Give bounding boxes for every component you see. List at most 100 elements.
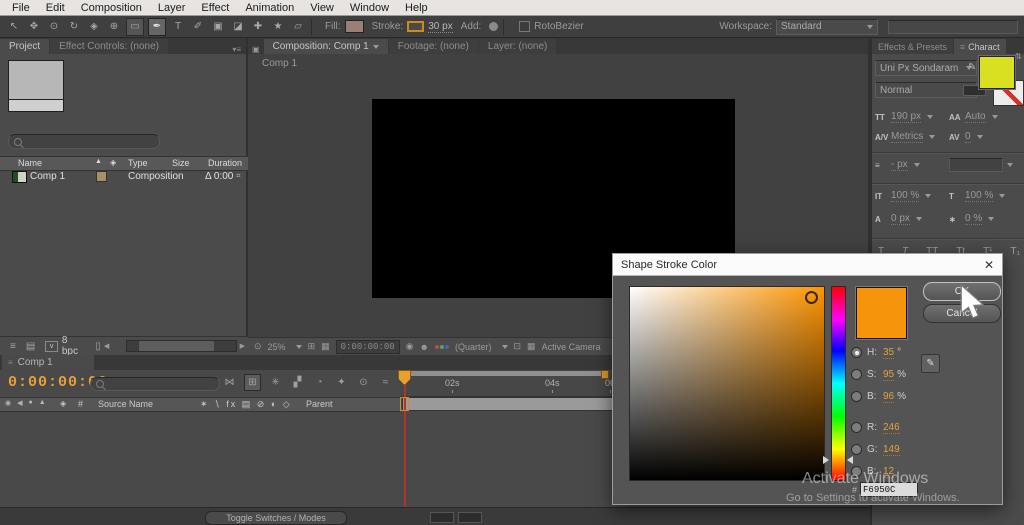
flowchart-icon[interactable]: ⌗	[236, 171, 241, 181]
text-fill-color-swatch[interactable]	[979, 56, 1015, 89]
scroll-right-icon[interactable]: ▶	[240, 342, 245, 350]
hue-slider-left-arrow[interactable]	[823, 456, 829, 464]
eyedropper-icon[interactable]: ✎	[968, 62, 976, 73]
region-of-interest-icon[interactable]: ⊡	[514, 341, 522, 352]
font-style-dropdown[interactable]: Normal	[875, 82, 977, 98]
swap-fill-stroke-icon[interactable]: ⇅	[1015, 52, 1022, 61]
timeline-search-input[interactable]	[90, 377, 220, 391]
add-icon[interactable]	[489, 22, 498, 31]
stroke-color-swatch[interactable]	[407, 21, 424, 32]
chevron-down-icon[interactable]	[502, 345, 508, 349]
brightness-row[interactable]: B: 96 %	[851, 390, 971, 403]
show-channel-icon[interactable]	[435, 345, 449, 349]
menu-item[interactable]: Edit	[38, 2, 73, 14]
lock-icon[interactable]: ▲	[39, 399, 46, 407]
rotation-tool[interactable]: ↻	[66, 19, 82, 35]
close-icon[interactable]: ✕	[984, 258, 994, 272]
radio-button[interactable]	[851, 466, 862, 477]
kerning-value[interactable]: Metrics	[891, 131, 923, 143]
tag-icon[interactable]: ◈	[60, 399, 66, 408]
faux-style-button[interactable]: T₁	[1010, 246, 1019, 257]
frame-blend-icon[interactable]: ◔	[312, 375, 327, 390]
font-family-dropdown[interactable]: Uni Px Sondaram	[875, 60, 977, 76]
dialog-title-bar[interactable]: Shape Stroke Color ✕	[613, 254, 1002, 276]
stroke-type-dropdown[interactable]	[949, 158, 1003, 172]
chevron-down-icon[interactable]	[1007, 163, 1013, 167]
red-row[interactable]: R: 246	[851, 421, 971, 434]
chevron-down-icon[interactable]	[988, 217, 994, 221]
menu-item[interactable]: View	[302, 2, 342, 14]
fill-color-swatch[interactable]	[345, 20, 364, 33]
tsume-value[interactable]: 0 %	[965, 213, 982, 225]
magnification-icon[interactable]: ⊙	[254, 341, 262, 352]
zoom-level[interactable]: 25%	[268, 342, 286, 352]
menu-item[interactable]: Composition	[73, 2, 150, 14]
table-row[interactable]: Comp 1 Composition Δ 0:00 ⌗	[0, 170, 248, 184]
auto-keyframe-icon[interactable]: ⊙	[356, 375, 371, 390]
tab-effects-presets[interactable]: Effects & Presets	[872, 39, 953, 54]
eraser-tool[interactable]: ◪	[230, 19, 246, 35]
pan-behind-tool[interactable]: ⊕	[106, 19, 122, 35]
chevron-down-icon[interactable]	[916, 217, 922, 221]
panel-menu-icon[interactable]: ▾≡	[227, 45, 246, 54]
tracking-value[interactable]: 0	[965, 131, 971, 143]
item-name[interactable]: Comp 1	[30, 171, 65, 182]
shape-tool[interactable]: ▭	[126, 18, 144, 36]
scroll-left-icon[interactable]: ◀	[104, 342, 109, 350]
component-value[interactable]: 35	[883, 347, 894, 359]
snapshot-icon[interactable]: ◉	[406, 341, 414, 352]
menu-item[interactable]: Effect	[193, 2, 237, 14]
pen-tool[interactable]: ✒	[148, 18, 166, 36]
chevron-down-icon[interactable]	[927, 115, 933, 119]
saturation-brightness-field[interactable]	[629, 286, 825, 481]
motion-blur-icon[interactable]: ✦	[334, 375, 349, 390]
new-folder-icon[interactable]: ▤	[26, 341, 35, 352]
radio-button[interactable]	[851, 391, 862, 402]
parent-header[interactable]: Parent	[306, 399, 333, 409]
active-view-label[interactable]: Active Camera	[542, 342, 601, 352]
chevron-down-icon[interactable]	[296, 345, 302, 349]
radio-button[interactable]	[851, 422, 862, 433]
eyedropper-button[interactable]: ✎	[921, 354, 940, 373]
puppet-pin-tool[interactable]: ✚	[250, 19, 266, 35]
workspace-dropdown[interactable]: Standard	[776, 19, 878, 35]
menu-item[interactable]: File	[4, 2, 38, 14]
component-value[interactable]: 96	[883, 391, 894, 403]
safe-areas-icon[interactable]: ⊞	[308, 341, 316, 352]
leading-value[interactable]: Auto	[965, 111, 986, 123]
tab-character[interactable]: ≡ Charact	[954, 39, 1006, 54]
chevron-down-icon[interactable]	[992, 115, 998, 119]
resolution-value[interactable]: (Quarter)	[455, 342, 492, 352]
zoom-out-frames-icon[interactable]	[430, 512, 454, 523]
tab-timeline-comp1[interactable]: ≡ Comp 1	[2, 355, 94, 370]
char-stroke-width-value[interactable]: - px	[891, 159, 908, 171]
work-area-end-handle[interactable]	[601, 370, 609, 379]
transparency-grid-icon[interactable]: ▦	[321, 341, 330, 352]
menu-item[interactable]: Help	[397, 2, 436, 14]
graph-editor-icon[interactable]: ≈	[378, 375, 393, 390]
column-type[interactable]: Type	[128, 158, 148, 168]
show-snapshot-icon[interactable]: ☻	[420, 342, 429, 352]
mask-shape-tool[interactable]: ▱	[290, 19, 306, 35]
zoom-tool[interactable]: ⊙	[46, 19, 62, 35]
lock-icon[interactable]: ▣	[248, 45, 264, 54]
tab-project[interactable]: Project	[0, 39, 49, 54]
column-name[interactable]: Name	[18, 158, 42, 168]
column-size[interactable]: Size	[172, 158, 190, 168]
tab-footage[interactable]: Footage: (none)	[389, 39, 478, 54]
video-eye-icon[interactable]: ◉	[5, 399, 11, 407]
scrollbar-thumb[interactable]	[139, 341, 214, 351]
menu-item[interactable]: Layer	[150, 2, 194, 14]
green-row[interactable]: G: 149	[851, 443, 971, 456]
selection-tool[interactable]: ↖	[6, 19, 22, 35]
blue-row[interactable]: B: 12	[851, 465, 971, 478]
star-tool[interactable]: ★	[270, 19, 286, 35]
tab-composition[interactable]: Composition: Comp 1	[264, 39, 388, 54]
draft-3d-icon[interactable]: ✳	[268, 375, 283, 390]
saturation-row[interactable]: S: 95 %	[851, 368, 971, 381]
audio-icon[interactable]: ◀	[17, 399, 22, 407]
toggle-switches-button[interactable]: Toggle Switches / Modes	[205, 511, 347, 525]
tag-icon[interactable]: ◈	[110, 158, 116, 167]
hue-slider[interactable]	[831, 286, 846, 481]
column-duration[interactable]: Duration	[208, 158, 242, 168]
